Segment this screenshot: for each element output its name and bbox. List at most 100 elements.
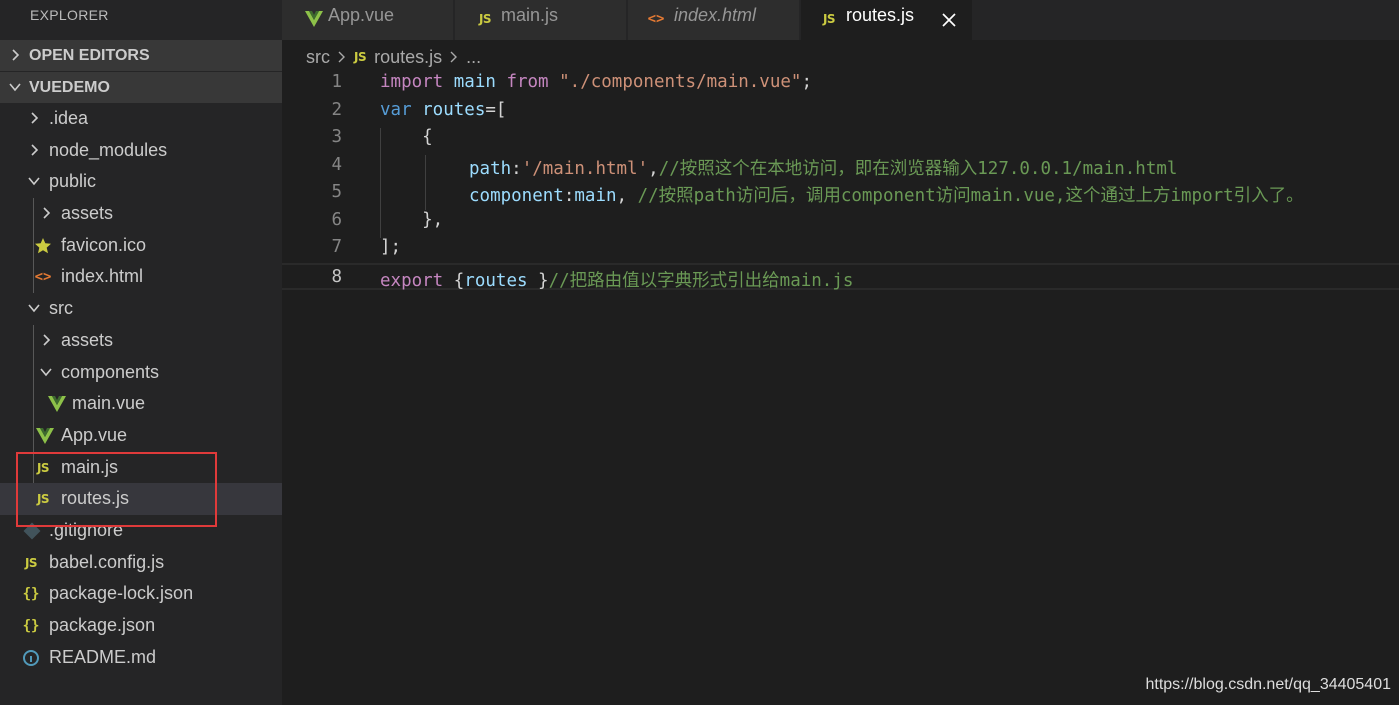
- chevron-right-icon: [12, 49, 20, 61]
- chevron-right-icon: [31, 112, 39, 124]
- chevron-right-icon: [43, 334, 51, 346]
- tree-item-label: README.md: [49, 646, 157, 667]
- token-punctuation: ,: [648, 158, 659, 179]
- breadcrumb-folder[interactable]: src: [306, 47, 330, 68]
- breadcrumb: src JS routes.js ...: [306, 46, 481, 68]
- tab-label: main.js: [501, 5, 559, 25]
- token-keyword: import: [380, 72, 444, 92]
- token-comment: //按照这个在本地访问，即在浏览器输入127.0.0.1/main.html: [658, 158, 1178, 179]
- tab-label: index.html: [674, 5, 757, 25]
- html-icon: <>: [34, 269, 52, 286]
- json-icon: {}: [22, 618, 40, 634]
- js-icon: JS: [478, 12, 492, 26]
- tree-item-label: main.vue: [72, 393, 146, 414]
- annotation-highlight-box: [16, 452, 217, 527]
- line-code: var routes=[: [380, 100, 506, 120]
- token-identifier: routes: [464, 270, 528, 291]
- breadcrumb-file[interactable]: routes.js: [374, 47, 442, 68]
- tree-item-idea[interactable]: .idea: [0, 103, 282, 135]
- token-punctuation: =[: [485, 99, 507, 120]
- chevron-right-icon: [31, 144, 39, 156]
- code-line-current: 8 export {routes }//把路由值以字典形式引出给main.js: [282, 262, 1399, 292]
- tree-item-label: assets: [61, 203, 114, 224]
- line-number: 3: [331, 127, 342, 147]
- explorer-title: EXPLORER: [30, 7, 109, 23]
- js-icon: JS: [354, 50, 367, 64]
- line-number: 6: [331, 209, 342, 230]
- code-line: 7 ];: [282, 235, 1399, 263]
- token-keyword: export: [380, 270, 444, 291]
- tab-main-js[interactable]: JS main.js: [455, 0, 627, 40]
- tree-item-favicon[interactable]: favicon.ico: [0, 230, 282, 262]
- code-line: 1 import main from "./components/main.vu…: [282, 70, 1399, 98]
- project-label: VUEDEMO: [29, 78, 110, 96]
- json-icon: {}: [22, 586, 40, 603]
- token-identifier: routes: [411, 99, 486, 120]
- line-number: 4: [331, 154, 342, 175]
- token-punctuation: ,: [616, 186, 638, 206]
- tree-item-label: index.html: [61, 266, 144, 287]
- tree-item-public[interactable]: public: [0, 166, 282, 198]
- project-header[interactable]: VUEDEMO: [0, 72, 282, 103]
- watermark-text: https://blog.csdn.net/qq_34405401: [1145, 676, 1391, 693]
- tree-item-label: babel.config.js: [49, 551, 165, 572]
- close-icon[interactable]: [941, 12, 957, 28]
- tree-item-label: package-lock.json: [49, 583, 194, 604]
- line-code: component:main, //按照path访问后，调用component访…: [469, 182, 1304, 207]
- tree-item-label: App.vue: [61, 424, 128, 445]
- tab-index-html[interactable]: <> index.html: [628, 0, 800, 40]
- code-line: 6 },: [282, 208, 1399, 236]
- tree-item-components[interactable]: components: [0, 357, 282, 389]
- tree-item-label: assets: [61, 329, 114, 350]
- token-string: '/main.html': [521, 158, 649, 179]
- token-punctuation: {: [443, 270, 465, 291]
- code-editor[interactable]: 1 import main from "./components/main.vu…: [282, 70, 1399, 705]
- open-editors-header[interactable]: OPEN EDITORS: [0, 40, 282, 71]
- tree-item-main-vue[interactable]: main.vue: [0, 388, 282, 420]
- tree-item-package-json[interactable]: {} package.json: [0, 610, 282, 642]
- code-line: 3 {: [282, 125, 1399, 153]
- tree-item-package-lock[interactable]: {} package-lock.json: [0, 578, 282, 610]
- token-identifier: main: [443, 72, 507, 92]
- tree-item-src-assets[interactable]: assets: [0, 325, 282, 357]
- line-number: 8: [331, 266, 342, 287]
- info-icon: [21, 648, 41, 668]
- token-identifier: main: [574, 186, 617, 206]
- chevron-down-icon: [40, 367, 52, 376]
- chevron-down-icon: [28, 177, 40, 186]
- tree-item-label: public: [49, 171, 97, 192]
- tab-label: App.vue: [328, 5, 395, 25]
- tree-item-index-html[interactable]: <> index.html: [0, 261, 282, 293]
- line-code: export {routes }//把路由值以字典形式引出给main.js: [380, 267, 853, 292]
- token-property: component: [469, 186, 564, 206]
- tree-item-label: favicon.ico: [61, 234, 147, 255]
- tree-item-label: package.json: [49, 615, 156, 635]
- token-comment: //按照path访问后，调用component访问main.vue,这个通过上方…: [637, 186, 1304, 206]
- tree-item-readme[interactable]: README.md: [0, 642, 282, 674]
- open-editors-label: OPEN EDITORS: [29, 46, 150, 64]
- vue-icon: [304, 9, 324, 29]
- chevron-right-icon: [43, 207, 51, 219]
- line-number: 2: [331, 99, 342, 120]
- tree-item-label: node_modules: [49, 139, 168, 160]
- code-line: 5 component:main, //按照path访问后，调用componen…: [282, 180, 1399, 208]
- token-comment: //把路由值以字典形式引出给main.js: [548, 270, 854, 291]
- tree-item-src[interactable]: src: [0, 293, 282, 325]
- line-code: path:'/main.html',//按照这个在本地访问，即在浏览器输入127…: [469, 155, 1177, 180]
- token-punctuation: :: [563, 186, 575, 206]
- tree-item-babel-config[interactable]: JS babel.config.js: [0, 547, 282, 579]
- line-number: 5: [331, 182, 342, 202]
- star-icon: [33, 236, 53, 256]
- tree-item-app-vue[interactable]: App.vue: [0, 420, 282, 452]
- token-punctuation: ;: [801, 72, 813, 92]
- tab-app-vue[interactable]: App.vue: [282, 0, 454, 40]
- tree-item-public-assets[interactable]: assets: [0, 198, 282, 230]
- tab-label: routes.js: [846, 5, 915, 25]
- code-line: 2 var routes=[: [282, 98, 1399, 126]
- line-number: 1: [331, 72, 342, 92]
- chevron-down-icon: [28, 304, 40, 313]
- js-icon: JS: [822, 12, 836, 26]
- tree-item-node-modules[interactable]: node_modules: [0, 135, 282, 167]
- breadcrumb-more[interactable]: ...: [466, 47, 481, 68]
- tab-routes-js[interactable]: JS routes.js: [801, 0, 973, 40]
